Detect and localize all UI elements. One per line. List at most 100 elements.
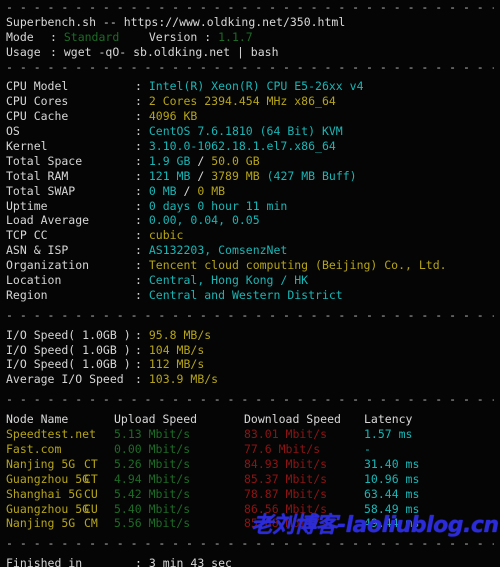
location-line: Location: Central, Hong Kong / HK: [6, 273, 309, 288]
cell-upload-speed: 5.40 Mbit/s: [114, 501, 191, 516]
total-space-label: Total Space: [6, 153, 83, 168]
total-ram-line: Total RAM: 121 MB / 3789 MB (427 MB Buff…: [6, 168, 357, 183]
table-row: Guangzhou 5GCT 4.94 Mbit/s 85.37 Mbit/s 10.…: [6, 472, 494, 487]
header-download-speed: Download Speed: [244, 412, 341, 427]
node-isp-text: CM: [84, 516, 98, 531]
header-latency: Latency: [364, 412, 413, 427]
total-ram-label: Total RAM: [6, 168, 69, 183]
organization-label: Organization: [6, 258, 90, 273]
finished-in-line: Finished in: 3 min 43 sec: [6, 556, 494, 567]
load-average-value: 0.00, 0.04, 0.05: [148, 213, 260, 228]
table-row: Nanjing 5G CM 5.56 Mbit/s 85.88 Mbit/s 49.44…: [6, 516, 494, 531]
cell-latency: 58.49 ms: [364, 501, 420, 516]
separator-after-header: - - - - - - - - - - - - - - - - - - - - …: [6, 59, 494, 74]
io-speed-2-line: I/O Speed( 1.0GB ): 112 MB/s: [6, 357, 205, 372]
io-speed-1-label: I/O Speed( 1.0GB ): [6, 342, 131, 357]
cell-latency: 63.44 ms: [364, 486, 420, 501]
table-row: Shanghai 5G CU 5.42 Mbit/s 78.87 Mbit/s 63.4…: [6, 487, 494, 502]
organization-line: Organization: Tencent cloud computing (B…: [6, 258, 447, 273]
uptime-label: Uptime: [6, 198, 48, 213]
os-label: OS: [6, 124, 20, 139]
system-info-block: CPU Model: Intel(R) Xeon(R) CPU E5-26xx …: [6, 79, 494, 153]
mode-label: Mode: [6, 29, 34, 44]
cpu-cores-label: CPU Cores: [6, 94, 69, 109]
total-ram-total: 3789 MB: [211, 168, 260, 183]
total-space-total: 50.0 GB: [211, 153, 260, 168]
cpu-cache-line: CPU Cache: 4096 KB: [6, 109, 198, 124]
cell-download-speed: 85.88 Mbit/s: [244, 516, 328, 531]
io-speed-block: I/O Speed( 1.0GB ): 95.8 MB/s I/O Speed( …: [6, 328, 494, 388]
total-space-used: 1.9 GB: [148, 153, 191, 168]
total-swap-total: 0 MB: [197, 183, 226, 198]
cell-latency: 1.57 ms: [364, 427, 413, 442]
separator-before-footer: - - - - - - - - - - - - - - - - - - - - …: [6, 536, 494, 551]
organization-value: Tencent cloud computing (Beijing) Co., L…: [148, 258, 447, 273]
cell-node-name: Guangzhou 5GCT: [6, 472, 114, 487]
node-isp-text: CT: [84, 456, 98, 471]
usage-value: wget -qO- sb.oldking.net | bash: [63, 44, 279, 59]
cell-latency: 10.96 ms: [364, 471, 420, 486]
total-swap-label: Total SWAP: [6, 183, 76, 198]
mode-value: Standard: [63, 29, 120, 44]
asn-isp-line: ASN & ISP: AS132203, ComsenzNet: [6, 243, 288, 258]
tcp-cc-label: TCP CC: [6, 228, 48, 243]
cell-download-speed: 78.87 Mbit/s: [244, 486, 328, 501]
tcp-cc-line: TCP CC: cubic: [6, 228, 184, 243]
cell-upload-speed: 5.42 Mbit/s: [114, 486, 191, 501]
cell-upload-speed: 5.26 Mbit/s: [114, 456, 191, 471]
region-label: Region: [6, 287, 48, 302]
node-name-text: Nanjing 5G: [6, 516, 76, 531]
usage-line: Usage: wget -qO- sb.oldking.net | bash: [6, 44, 279, 59]
cell-upload-speed: 5.56 Mbit/s: [114, 516, 191, 531]
total-space-line: Total Space: 1.9 GB / 50.0 GB: [6, 153, 260, 168]
kernel-line: Kernel: 3.10.0-1062.18.1.el7.x86_64: [6, 139, 336, 154]
separator-before-speedtest: - - - - - - - - - - - - - - - - - - - - …: [6, 392, 494, 407]
app-title: Superbench.sh -- https://www.oldking.net…: [6, 15, 494, 30]
io-speed-1-value: 104 MB/s: [148, 342, 205, 357]
mode-line: Mode: Standard Version : 1.1.7: [6, 29, 253, 44]
asn-isp-label: ASN & ISP: [6, 243, 69, 258]
cell-latency: -: [364, 441, 371, 456]
node-name-text: Guangzhou 5G: [6, 471, 90, 486]
finished-in-value: 3 min 43 sec: [148, 556, 232, 567]
cell-node-name: Nanjing 5G CM: [6, 516, 114, 531]
io-speed-2-label: I/O Speed( 1.0GB ): [6, 357, 131, 372]
cell-node-name: Shanghai 5G CU: [6, 487, 114, 502]
io-speed-3-label: Average I/O Speed: [6, 372, 124, 387]
header-upload-speed: Upload Speed: [114, 412, 198, 427]
total-ram-used: 121 MB: [148, 168, 191, 183]
cell-upload-speed: 4.94 Mbit/s: [114, 471, 191, 486]
speedtest-header-row: Node Name Upload Speed Download Speed Laten…: [6, 412, 494, 427]
system-info-block-2: Uptime: 0 days 0 hour 11 min Load Average…: [6, 199, 494, 303]
header-node-name: Node Name: [6, 412, 69, 427]
load-average-label: Load Average: [6, 213, 90, 228]
os-line: OS: CentOS 7.6.1810 (64 Bit) KVM: [6, 124, 343, 139]
finished-in-label: Finished in: [6, 556, 83, 567]
table-row: Speedtest.net 5.13 Mbit/s 83.01 Mbit/s 1.57…: [6, 427, 494, 442]
ram-sep: /: [190, 168, 212, 183]
load-average-line: Load Average: 0.00, 0.04, 0.05: [6, 213, 260, 228]
node-isp-text: CU: [84, 501, 98, 516]
io-speed-0-label: I/O Speed( 1.0GB ): [6, 327, 131, 342]
location-value: Central, Hong Kong / HK: [148, 273, 309, 288]
version-label: Version: [148, 29, 198, 44]
node-isp-text: CU: [84, 486, 98, 501]
cpu-cache-value: 4096 KB: [148, 109, 198, 124]
cell-upload-speed: 5.13 Mbit/s: [114, 427, 191, 442]
node-name-text: Fast.com: [6, 441, 62, 456]
space-sep: /: [190, 153, 212, 168]
cell-download-speed: 84.93 Mbit/s: [244, 456, 328, 471]
table-row: Fast.com 0.00 Mbit/s 77.6 Mbit/s -: [6, 442, 494, 457]
node-name-text: Guangzhou 5G: [6, 501, 90, 516]
version-value: 1.1.7: [218, 29, 253, 44]
cpu-model-value: Intel(R) Xeon(R) CPU E5-26xx v4: [148, 79, 364, 94]
cell-node-name: Fast.com: [6, 442, 114, 457]
cell-download-speed: 77.6 Mbit/s: [244, 441, 321, 456]
cpu-cache-label: CPU Cache: [6, 109, 69, 124]
region-value: Central and Western District: [148, 287, 343, 302]
terminal-window: - - - - - - - - - - - - - - - - - - - - …: [0, 0, 500, 567]
separator-top: - - - - - - - - - - - - - - - - - - - - …: [6, 0, 494, 14]
node-isp-text: CT: [84, 471, 98, 486]
region-line: Region: Central and Western District: [6, 287, 343, 302]
app-title-text: Superbench.sh -- https://www.oldking.net…: [6, 14, 346, 29]
